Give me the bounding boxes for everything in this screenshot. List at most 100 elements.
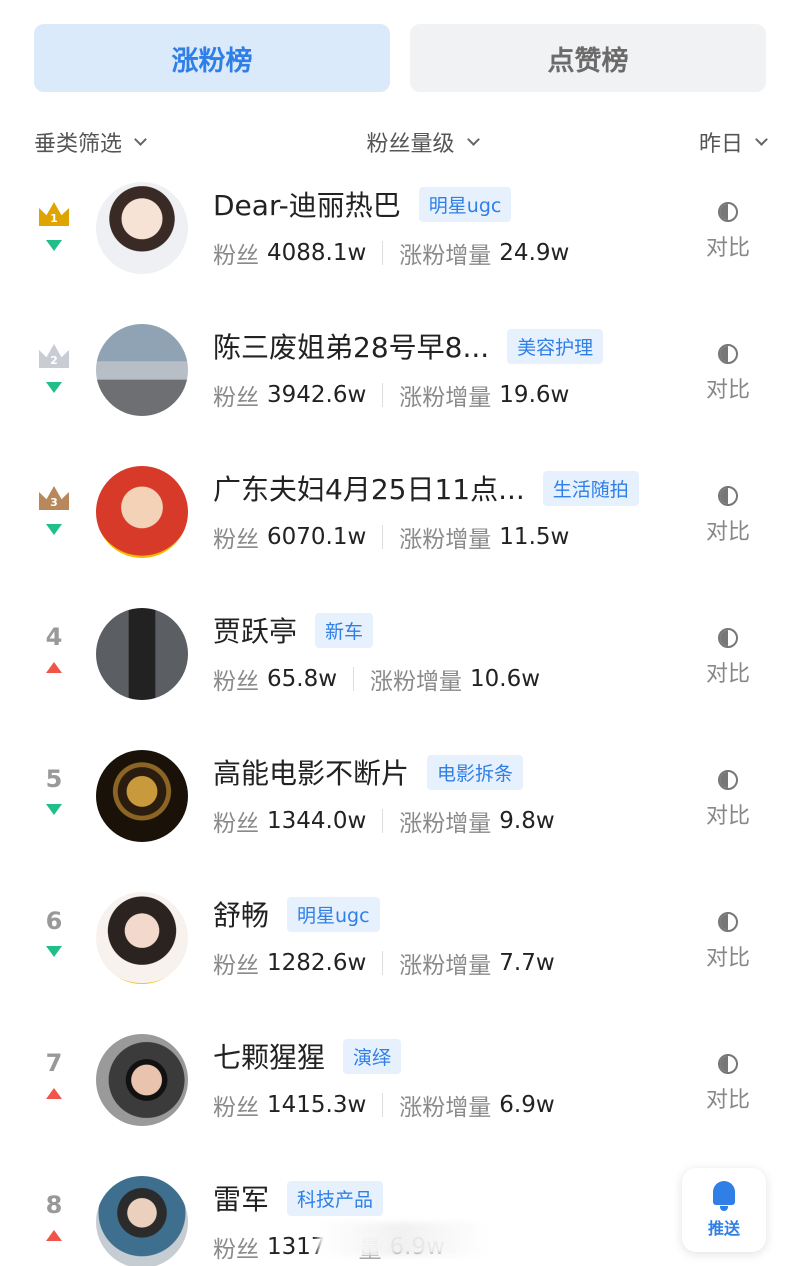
period-filter-label: 昨日 bbox=[698, 132, 743, 157]
fans-level-filter[interactable]: 粉丝量级 bbox=[366, 126, 480, 158]
category-tag: 美容护理 bbox=[507, 328, 604, 364]
divider bbox=[382, 525, 384, 549]
fans-count: 1317 bbox=[267, 1234, 326, 1260]
compare-button[interactable]: 对比 bbox=[704, 912, 752, 972]
divider bbox=[382, 951, 384, 975]
rank-badge: 4 bbox=[30, 622, 78, 673]
fans-label: 粉丝 bbox=[213, 1237, 259, 1263]
bell-icon bbox=[713, 1181, 735, 1211]
gain-label: 涨粉增量 bbox=[399, 953, 492, 979]
rank-number: 6 bbox=[45, 907, 63, 935]
compare-label: 对比 bbox=[705, 946, 750, 971]
fans-level-filter-label: 粉丝量级 bbox=[366, 132, 455, 157]
rank-number: 1 bbox=[50, 212, 58, 225]
trend-up-icon bbox=[46, 1088, 62, 1099]
account-name[interactable]: 陈三废姐弟28号早8... bbox=[213, 326, 489, 366]
avatar[interactable] bbox=[96, 182, 188, 274]
bronze-crown-icon: 3 bbox=[39, 486, 69, 510]
rank-badge: 3 bbox=[30, 480, 78, 535]
ranking-row[interactable]: 6 舒畅 明星ugc 粉丝 1282.6w 涨粉增量 7.7w 对比 bbox=[0, 872, 800, 1014]
compare-button[interactable]: 对比 bbox=[704, 486, 752, 546]
fans-label: 粉丝 bbox=[213, 527, 259, 553]
trend-down-icon bbox=[46, 524, 62, 535]
filter-bar: 垂类筛选 粉丝量级 昨日 bbox=[34, 120, 768, 164]
compare-button[interactable]: 对比 bbox=[704, 770, 752, 830]
gain-count: 10.6w bbox=[470, 666, 541, 692]
ranking-row[interactable]: 4 贾跃亭 新车 粉丝 65.8w 涨粉增量 10.6w 对比 bbox=[0, 588, 800, 730]
blurred-area bbox=[318, 1222, 488, 1256]
account-name[interactable]: 舒畅 bbox=[213, 894, 269, 934]
category-tag: 科技产品 bbox=[287, 1180, 384, 1216]
rank-number: 3 bbox=[50, 496, 58, 509]
compare-icon bbox=[718, 1054, 738, 1074]
rank-number: 2 bbox=[50, 354, 58, 367]
rank-number: 5 bbox=[45, 765, 63, 793]
avatar[interactable] bbox=[96, 608, 188, 700]
trend-down-icon bbox=[46, 946, 62, 957]
compare-icon bbox=[718, 344, 738, 364]
avatar[interactable] bbox=[96, 892, 188, 984]
ranking-row[interactable]: 2 陈三废姐弟28号早8... 美容护理 粉丝 3942.6w 涨粉增量 19.… bbox=[0, 304, 800, 446]
compare-icon bbox=[718, 770, 738, 790]
divider bbox=[382, 241, 384, 265]
rank-badge: 2 bbox=[30, 338, 78, 393]
avatar[interactable] bbox=[96, 466, 188, 558]
divider bbox=[353, 667, 355, 691]
gain-count: 19.6w bbox=[499, 382, 570, 408]
gain-count: 11.5w bbox=[499, 524, 570, 550]
account-name[interactable]: 高能电影不断片 bbox=[213, 752, 409, 792]
compare-icon bbox=[718, 486, 738, 506]
avatar[interactable] bbox=[96, 1034, 188, 1126]
chevron-down-icon bbox=[134, 132, 147, 146]
fans-count: 1415.3w bbox=[267, 1092, 367, 1118]
compare-button[interactable]: 对比 bbox=[704, 628, 752, 688]
compare-button[interactable]: 对比 bbox=[704, 1054, 752, 1114]
compare-button[interactable]: 对比 bbox=[704, 202, 752, 262]
tab-likes[interactable]: 点赞榜 bbox=[410, 24, 766, 92]
gain-label: 涨粉增量 bbox=[399, 243, 492, 269]
fans-label: 粉丝 bbox=[213, 243, 259, 269]
ranking-row[interactable]: 5 高能电影不断片 电影拆条 粉丝 1344.0w 涨粉增量 9.8w 对比 bbox=[0, 730, 800, 872]
account-name[interactable]: 七颗猩猩 bbox=[213, 1036, 325, 1076]
divider bbox=[382, 383, 384, 407]
category-filter[interactable]: 垂类筛选 bbox=[34, 126, 147, 158]
fans-count: 1282.6w bbox=[267, 950, 367, 976]
ranking-row[interactable]: 7 七颗猩猩 演绎 粉丝 1415.3w 涨粉增量 6.9w 对比 bbox=[0, 1014, 800, 1156]
fans-count: 6070.1w bbox=[267, 524, 367, 550]
period-filter[interactable]: 昨日 bbox=[698, 126, 768, 158]
trend-down-icon bbox=[46, 804, 62, 815]
compare-button[interactable]: 对比 bbox=[704, 344, 752, 404]
account-name[interactable]: 广东夫妇4月25日11点... bbox=[213, 468, 525, 508]
push-button[interactable]: 推送 bbox=[682, 1168, 766, 1252]
trend-up-icon bbox=[46, 662, 62, 673]
gain-label: 涨粉增量 bbox=[399, 527, 492, 553]
gain-count: 24.9w bbox=[499, 240, 570, 266]
rank-badge: 1 bbox=[30, 196, 78, 251]
ranking-row[interactable]: 1 Dear-迪丽热巴 明星ugc 粉丝 4088.1w 涨粉增量 24.9w … bbox=[0, 162, 800, 304]
push-label: 推送 bbox=[707, 1219, 740, 1238]
fans-label: 粉丝 bbox=[213, 385, 259, 411]
compare-label: 对比 bbox=[705, 520, 750, 545]
fans-label: 粉丝 bbox=[213, 811, 259, 837]
category-tag: 明星ugc bbox=[287, 896, 380, 932]
chevron-down-icon bbox=[755, 132, 768, 146]
trend-down-icon bbox=[46, 382, 62, 393]
rank-badge: 7 bbox=[30, 1048, 78, 1099]
avatar[interactable] bbox=[96, 750, 188, 842]
rank-badge: 6 bbox=[30, 906, 78, 957]
avatar[interactable] bbox=[96, 1176, 188, 1266]
trend-down-icon bbox=[46, 240, 62, 251]
avatar[interactable] bbox=[96, 324, 188, 416]
gain-count: 9.8w bbox=[499, 808, 555, 834]
account-name[interactable]: 雷军 bbox=[213, 1178, 269, 1218]
gain-count: 6.9w bbox=[499, 1092, 555, 1118]
rank-badge: 8 bbox=[30, 1190, 78, 1241]
ranking-row[interactable]: 3 广东夫妇4月25日11点... 生活随拍 粉丝 6070.1w 涨粉增量 1… bbox=[0, 446, 800, 588]
tab-fans-gain[interactable]: 涨粉榜 bbox=[34, 24, 390, 92]
compare-label: 对比 bbox=[705, 1088, 750, 1113]
account-name[interactable]: Dear-迪丽热巴 bbox=[213, 184, 401, 224]
fans-label: 粉丝 bbox=[213, 953, 259, 979]
account-name[interactable]: 贾跃亭 bbox=[213, 610, 297, 650]
category-tag: 电影拆条 bbox=[427, 754, 524, 790]
ranking-list: 1 Dear-迪丽热巴 明星ugc 粉丝 4088.1w 涨粉增量 24.9w … bbox=[0, 162, 800, 1266]
